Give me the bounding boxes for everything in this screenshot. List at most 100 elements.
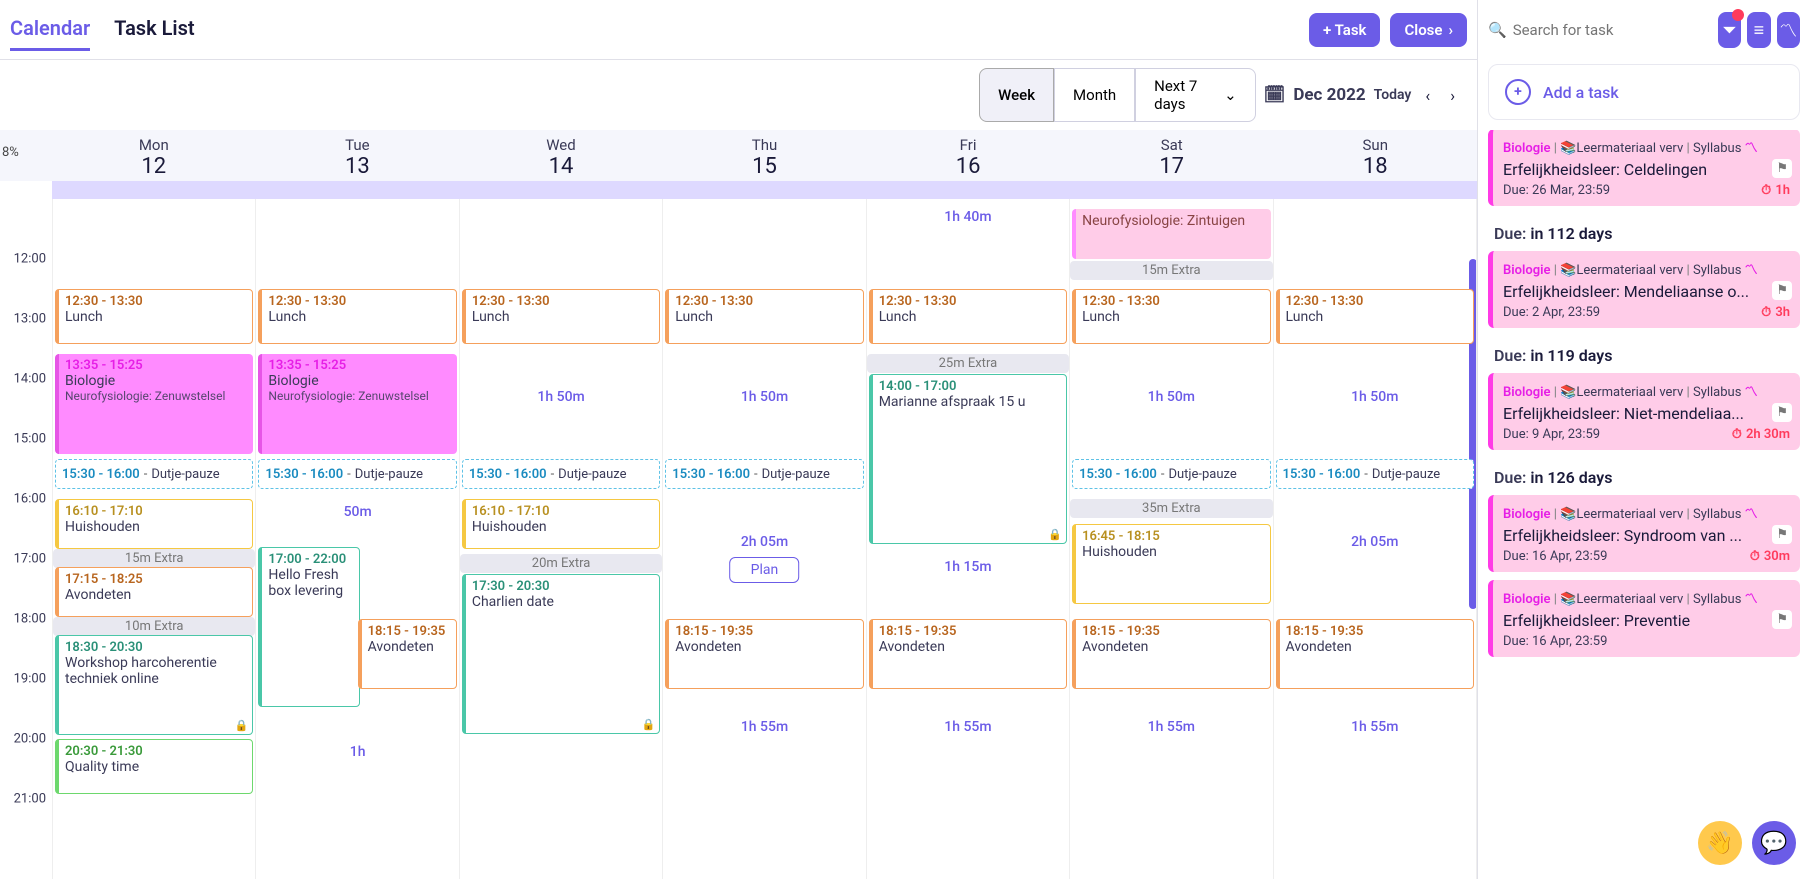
plan-button[interactable]: Plan <box>730 557 800 583</box>
ev-time: 16:45 - 18:15 <box>1082 529 1263 544</box>
event-dinner[interactable]: 17:15 - 18:25Avondeten <box>55 567 253 617</box>
analytics-button[interactable]: 〽 <box>1777 12 1800 48</box>
event-lunch[interactable]: 12:30 - 13:30Lunch <box>1072 289 1270 344</box>
event-lunch[interactable]: 12:30 - 13:30Lunch <box>665 289 863 344</box>
current-month[interactable]: 🗓 Dec 2022 <box>1264 85 1366 105</box>
event-dinner[interactable]: 18:15 - 19:35Avondeten <box>665 619 863 689</box>
task-subject: Biologie <box>1503 263 1551 278</box>
view-next7[interactable]: Next 7 days ⌄ <box>1135 68 1256 122</box>
search-input[interactable] <box>1513 21 1712 39</box>
add-task-row[interactable]: + Add a task <box>1488 64 1800 120</box>
event-hello-fresh[interactable]: 17:00 - 22:00Hello Fresh box levering <box>258 547 359 707</box>
event-dinner[interactable]: 18:15 - 19:35Avondeten <box>358 619 457 689</box>
event-charlien[interactable]: 17:30 - 20:30Charlien date🔒 <box>462 574 660 734</box>
event-huishouden[interactable]: 16:10 - 17:10Huishouden <box>462 499 660 549</box>
ev-title: Avondeten <box>879 639 1060 655</box>
ev-title: Lunch <box>675 309 856 325</box>
prev-week[interactable]: ‹ <box>1419 82 1436 109</box>
ev-time: 18:15 - 19:35 <box>368 624 450 639</box>
lock-icon: 🔒 <box>235 719 249 732</box>
task-card[interactable]: Biologie | 📚Leermateriaal verv | Syllabu… <box>1488 495 1800 572</box>
gap-label: 1h 50m <box>663 389 865 405</box>
next-week[interactable]: › <box>1444 82 1461 109</box>
event-nap[interactable]: 15:30 - 16:00-Dutje-pauze <box>462 459 660 489</box>
ev-time: 15:30 - 16:00 <box>469 467 547 482</box>
event-huishouden[interactable]: 16:10 - 17:10Huishouden <box>55 499 253 549</box>
event-lunch[interactable]: 12:30 - 13:30Lunch <box>1276 289 1474 344</box>
ev-time: 15:30 - 16:00 <box>265 467 343 482</box>
event-nap[interactable]: 15:30 - 16:00-Dutje-pauze <box>665 459 863 489</box>
event-marianne[interactable]: 14:00 - 17:00Marianne afspraak 15 u🔒 <box>869 374 1067 544</box>
flag-icon[interactable]: ⚑ <box>1772 525 1792 544</box>
gap-label: 50m <box>256 504 458 520</box>
search-box[interactable]: 🔍 <box>1488 21 1712 39</box>
flag-icon[interactable]: ⚑ <box>1772 403 1792 422</box>
event-huishouden[interactable]: 16:45 - 18:15Huishouden <box>1072 524 1270 604</box>
task-card[interactable]: Biologie | 📚Leermateriaal verv | Syllabu… <box>1488 251 1800 328</box>
ev-time: 20:30 - 21:30 <box>65 744 246 759</box>
wave-fab[interactable]: 👋 <box>1698 821 1742 865</box>
event-lunch[interactable]: 12:30 - 13:30Lunch <box>462 289 660 344</box>
ev-title: Marianne afspraak 15 u <box>879 394 1060 410</box>
hour-label: 21:00 <box>14 792 46 807</box>
view-month[interactable]: Month <box>1054 68 1135 122</box>
event-lunch[interactable]: 12:30 - 13:30Lunch <box>258 289 456 344</box>
tab-tasklist[interactable]: Task List <box>114 8 194 51</box>
sort-button[interactable]: ≡ <box>1747 12 1770 48</box>
ev-title: Lunch <box>1286 309 1467 325</box>
ev-time: 15:30 - 16:00 <box>672 467 750 482</box>
task-card[interactable]: Biologie | 📚Leermateriaal verv | Syllabu… <box>1488 373 1800 450</box>
event-lunch[interactable]: 12:30 - 13:30Lunch <box>55 289 253 344</box>
ev-time: 16:10 - 17:10 <box>472 504 653 519</box>
flag-icon[interactable]: ⚑ <box>1772 159 1792 178</box>
event-nap[interactable]: 15:30 - 16:00-Dutje-pauze <box>1276 459 1474 489</box>
filter-button[interactable]: ⏷ <box>1718 12 1741 48</box>
chart-icon: 〽 <box>1745 507 1758 522</box>
gap-label: 1h 55m <box>663 719 865 735</box>
event-dinner[interactable]: 18:15 - 19:35Avondeten <box>1276 619 1474 689</box>
ev-title: Lunch <box>65 309 246 325</box>
ev-time: 12:30 - 13:30 <box>1286 294 1467 309</box>
event-zintuigen[interactable]: Neurofysiologie: Zintuigen <box>1072 209 1270 259</box>
group-header: Due: in 126 days <box>1488 458 1800 495</box>
flag-icon[interactable]: ⚑ <box>1772 281 1792 300</box>
event-workshop[interactable]: 18:30 - 20:30Workshop harcoherentie tech… <box>55 635 253 735</box>
event-nap[interactable]: 15:30 - 16:00-Dutje-pauze <box>1072 459 1270 489</box>
event-biologie[interactable]: 13:35 - 15:25BiologieNeurofysiologie: Ze… <box>258 354 456 454</box>
task-card[interactable]: Biologie | 📚Leermateriaal verv | Syllabu… <box>1488 130 1800 206</box>
calendar-controls: Week Month Next 7 days ⌄ 🗓 Dec 2022 Toda… <box>0 60 1477 130</box>
ev-title: Avondeten <box>675 639 856 655</box>
next7-label: Next 7 days <box>1154 77 1214 113</box>
ev-title: Dutje-pauze <box>558 467 626 482</box>
event-dinner[interactable]: 18:15 - 19:35Avondeten <box>1072 619 1270 689</box>
chat-fab[interactable]: 💬 <box>1752 821 1796 865</box>
flag-icon[interactable]: ⚑ <box>1772 610 1792 629</box>
chart-icon: 〽 <box>1779 17 1797 43</box>
ev-time: 18:15 - 19:35 <box>1082 624 1263 639</box>
view-tabs: Calendar Task List <box>10 8 195 51</box>
close-button[interactable]: Close › <box>1390 13 1467 47</box>
event-quality[interactable]: 20:30 - 21:30Quality time <box>55 739 253 794</box>
view-week[interactable]: Week <box>979 68 1054 122</box>
tab-calendar[interactable]: Calendar <box>10 8 90 51</box>
ev-title: Charlien date <box>472 594 653 610</box>
event-biologie[interactable]: 13:35 - 15:25BiologieNeurofysiologie: Ze… <box>55 354 253 454</box>
event-dinner[interactable]: 18:15 - 19:35Avondeten <box>869 619 1067 689</box>
add-task-button[interactable]: + Task <box>1309 13 1380 47</box>
ev-time: 12:30 - 13:30 <box>268 294 449 309</box>
chat-icon: 💬 <box>1760 831 1787 856</box>
task-due: 9 Apr, 23:59 <box>1532 427 1600 442</box>
ev-title: Avondeten <box>1082 639 1263 655</box>
hour-label: 14:00 <box>14 372 46 387</box>
event-lunch[interactable]: 12:30 - 13:30Lunch <box>869 289 1067 344</box>
event-nap[interactable]: 15:30 - 16:00-Dutje-pauze <box>55 459 253 489</box>
allday-row <box>52 181 1477 199</box>
task-card[interactable]: Biologie | 📚Leermateriaal verv | Syllabu… <box>1488 580 1800 657</box>
gap-label: 1h 50m <box>1070 389 1272 405</box>
gap-label: 1h 50m <box>1274 389 1476 405</box>
ev-title: Huishouden <box>65 519 246 535</box>
topbar: Calendar Task List + Task Close › <box>0 0 1477 60</box>
task-subject: Biologie <box>1503 507 1551 522</box>
event-nap[interactable]: 15:30 - 16:00-Dutje-pauze <box>258 459 456 489</box>
today-button[interactable]: Today <box>1374 87 1412 103</box>
